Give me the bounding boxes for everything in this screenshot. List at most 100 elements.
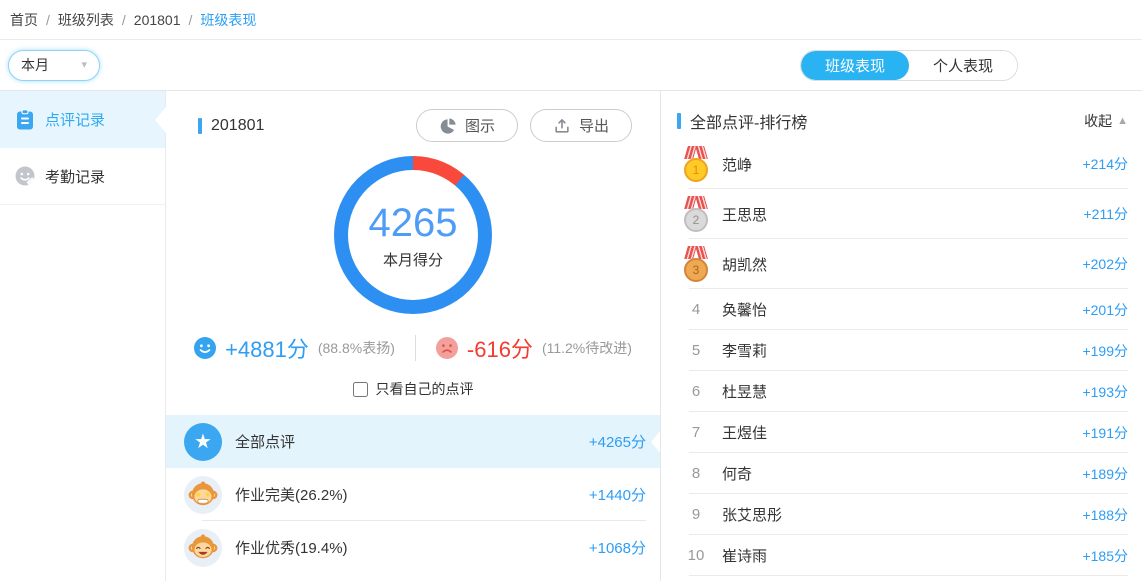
ranking-header: 全部点评-排行榜 收起 ▲ [661,91,1142,139]
tab-personal-performance[interactable]: 个人表现 [909,51,1017,80]
export-button[interactable]: 导出 [530,109,632,142]
class-score-panel: 201801 图示 导出 [166,91,661,581]
ranking-row[interactable]: 10 崔诗雨 +185分 [661,535,1142,576]
positive-stat: +4881分 (88.8%表扬) [194,332,395,364]
category-row-all-reviews[interactable]: ★ 全部点评 +4265分 [166,415,660,468]
triangle-up-icon: ▲ [1117,115,1128,127]
ranking-panel: 全部点评-排行榜 收起 ▲ 1 范峥 +214分 2 王思思 +211分 3 [661,91,1142,581]
content-area: 点评记录 考勤记录 201801 [0,91,1142,581]
sidebar: 点评记录 考勤记录 [0,91,166,581]
period-select-value: 本月 [21,55,49,75]
category-label: 作业完美(26.2%) [235,484,589,505]
rank-number: 7 [683,424,709,441]
category-row-homework-excellent[interactable]: 作业优秀(19.4%) +1068分 [166,521,660,574]
rank-number: 6 [683,383,709,400]
gold-medal-icon: 1 [683,146,709,182]
svg-text:★: ★ [195,490,202,499]
student-name: 张艾思彤 [722,504,1082,525]
donut-center: 4265 本月得分 [348,170,478,300]
ranking-row[interactable]: 6 杜昱慧 +193分 [661,371,1142,412]
score-donut-wrap: 4265 本月得分 [166,156,660,314]
chart-view-label: 图示 [465,115,495,136]
star-avatar: ★ [184,423,222,461]
bronze-medal-icon: 3 [683,246,709,282]
student-score: +211分 [1084,204,1129,224]
student-score: +214分 [1082,154,1128,174]
svg-text:★: ★ [204,490,211,499]
breadcrumb-separator: / [189,12,193,28]
student-score: +199分 [1082,341,1128,361]
student-name: 崔诗雨 [722,545,1082,566]
ranking-row[interactable]: 7 王煜佳 +191分 [661,412,1142,453]
student-name: 范峥 [722,154,1082,175]
sidebar-item-label: 考勤记录 [45,166,105,187]
breadcrumb-home[interactable]: 首页 [10,10,38,30]
chart-view-button[interactable]: 图示 [416,109,518,142]
breadcrumb-separator: / [46,12,50,28]
only-my-reviews-label: 只看自己的点评 [376,379,474,399]
rank-number: 4 [683,301,709,318]
student-score: +191分 [1082,423,1128,443]
period-select[interactable]: 本月 ▾ [8,50,100,81]
positive-score: +4881分 [225,332,309,364]
sidebar-item-review-records[interactable]: 点评记录 [0,91,165,148]
student-score: +193分 [1082,382,1128,402]
ranking-row[interactable]: 5 李雪莉 +199分 [661,330,1142,371]
student-name: 何奇 [722,463,1082,484]
month-score-value: 4265 [369,201,458,245]
category-score: +4265分 [589,431,646,452]
chevron-down-icon: ▾ [81,60,87,71]
rank-number: 10 [683,547,709,564]
score-donut-chart: 4265 本月得分 [334,156,492,314]
happy-face-icon [194,337,216,359]
breadcrumb-separator: / [122,12,126,28]
ranking-row[interactable]: 8 何奇 +189分 [661,453,1142,494]
breadcrumb-class-list[interactable]: 班级列表 [58,10,114,30]
export-icon [553,117,571,135]
monkey-happy-avatar [184,529,222,567]
student-score: +202分 [1082,254,1128,274]
sidebar-item-attendance-records[interactable]: 考勤记录 [0,148,165,205]
student-score: +201分 [1082,300,1128,320]
export-label: 导出 [579,115,609,136]
ranking-title: 全部点评-排行榜 [677,109,807,133]
pie-chart-icon [439,117,457,135]
category-score: +1068分 [589,537,646,558]
only-my-reviews-checkbox[interactable] [353,382,368,397]
title-accent-bar [677,113,681,129]
positive-note: (88.8%表扬) [318,338,395,358]
student-score: +189分 [1082,464,1128,484]
collapse-control[interactable]: 收起 ▲ [1084,111,1128,131]
breadcrumb-class-id[interactable]: 201801 [134,12,181,28]
silver-medal-icon: 2 [683,196,709,232]
stats-divider [415,335,416,361]
category-label: 全部点评 [235,431,589,452]
header-buttons: 图示 导出 [416,109,632,142]
ranking-row[interactable]: 2 王思思 +211分 [661,189,1142,239]
student-name: 杜昱慧 [722,381,1082,402]
student-name: 奂馨怡 [722,299,1082,320]
class-id-text: 201801 [211,117,264,135]
breadcrumb-current-page: 班级表现 [200,10,256,30]
class-id-title: 201801 [198,117,264,135]
student-name: 李雪莉 [722,340,1082,361]
student-score: +185分 [1082,546,1128,566]
collapse-label: 收起 [1084,111,1112,131]
student-score: +188分 [1082,505,1128,525]
negative-stat: -616分 (11.2%待改进) [436,332,632,364]
month-score-label: 本月得分 [383,249,443,270]
review-category-list: ★ 全部点评 +4265分 ★ ★ 作业 [166,415,660,574]
ranking-row[interactable]: 3 胡凯然 +202分 [661,239,1142,289]
ranking-row[interactable]: 4 奂馨怡 +201分 [661,289,1142,330]
rank-number: 8 [683,465,709,482]
toolbar: 本月 ▾ 班级表现 个人表现 [0,40,1142,91]
category-label: 作业优秀(19.4%) [235,537,589,558]
category-row-homework-perfect[interactable]: ★ ★ 作业完美(26.2%) +1440分 [166,468,660,521]
negative-score: -616分 [467,332,533,364]
ranking-row[interactable]: 1 范峥 +214分 [661,139,1142,189]
ranking-row[interactable]: 9 张艾思彤 +188分 [661,494,1142,535]
rank-number: 5 [683,342,709,359]
student-name: 王思思 [722,204,1084,225]
tab-class-performance[interactable]: 班级表现 [801,51,909,80]
attendance-smiley-icon [14,165,36,187]
